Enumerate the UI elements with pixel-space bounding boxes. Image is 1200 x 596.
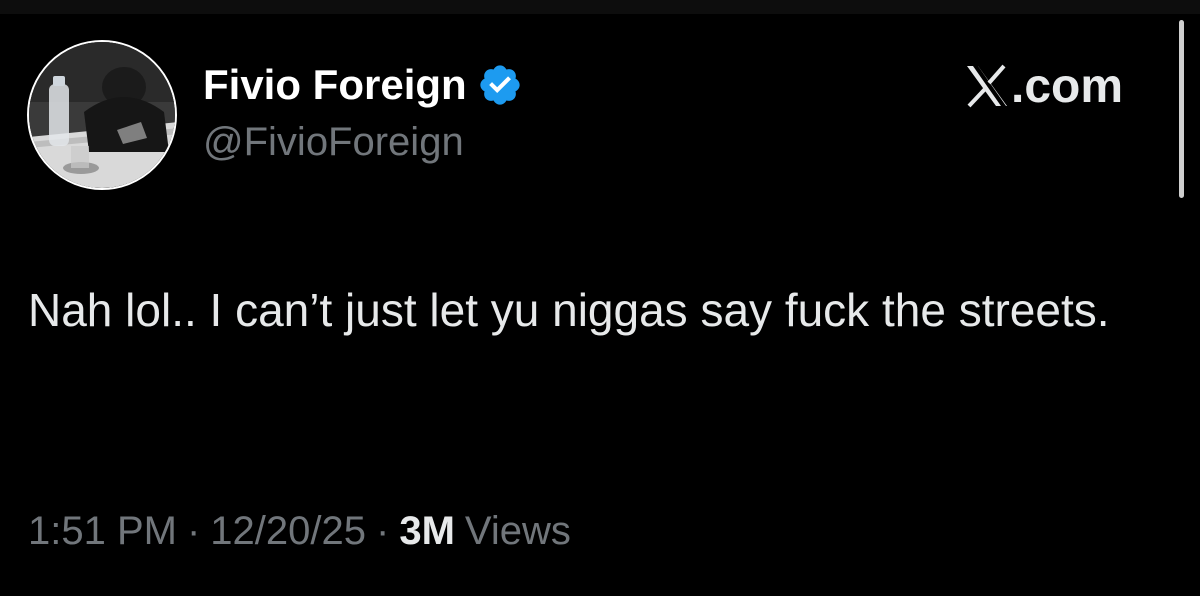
views-label: Views [464,508,571,553]
tweet-text: Nah lol.. I can’t just let yu niggas say… [28,284,1110,336]
name-row: Fivio Foreign [203,58,523,112]
tweet-date[interactable]: 12/20/25 [210,509,366,554]
display-name[interactable]: Fivio Foreign [203,61,467,109]
profile-photo [29,42,175,188]
meta-separator: · [376,508,390,553]
tweet-meta: 1:51 PM · 12/20/25 · 3M Views [28,503,571,559]
verified-badge-icon [477,62,523,108]
scrollbar[interactable] [1179,20,1184,198]
brand-suffix: .com [1011,59,1124,113]
top-edge [0,0,1200,14]
handle[interactable]: @FivioForeign [203,120,523,165]
x-logo-icon [965,63,1009,109]
views-count: 3M [399,508,455,553]
brand-link[interactable]: .com [965,56,1123,116]
tweet-time[interactable]: 1:51 PM [28,509,177,554]
author-block: Fivio Foreign @FivioForeign [203,58,523,165]
avatar[interactable] [27,40,177,190]
meta-separator: · [186,508,201,553]
